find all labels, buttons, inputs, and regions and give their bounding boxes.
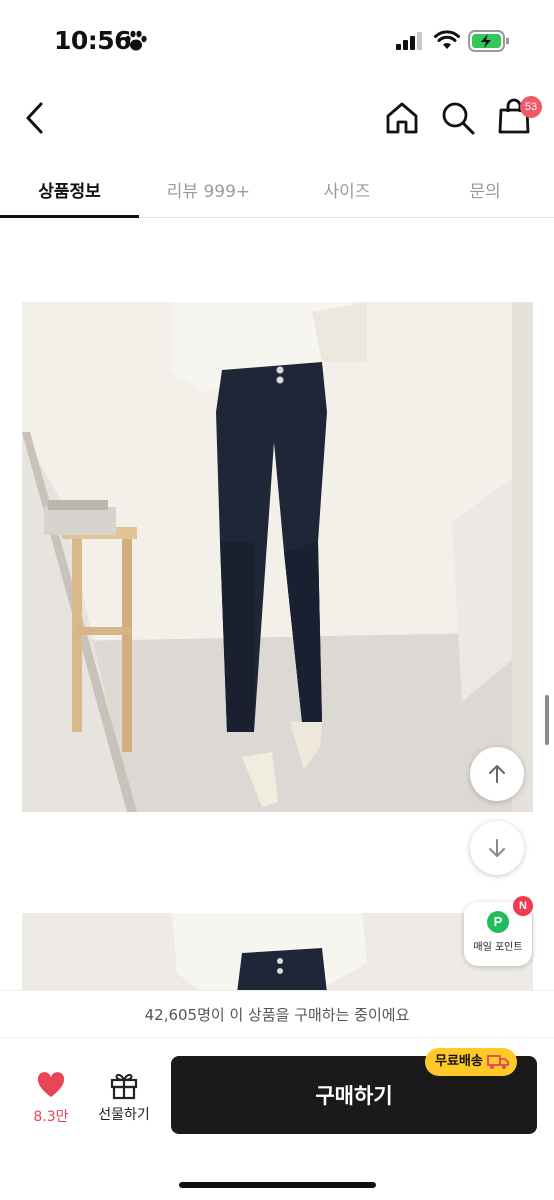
- tab-inquiry[interactable]: 문의: [416, 160, 554, 218]
- wifi-icon: [434, 30, 460, 49]
- arrow-down-icon: [489, 839, 505, 857]
- tab-reviews[interactable]: 리뷰 999+: [139, 160, 278, 218]
- cart-count-badge: 53: [520, 96, 542, 118]
- home-icon[interactable]: [384, 100, 420, 136]
- arrow-up-icon: [489, 765, 505, 783]
- back-icon[interactable]: [20, 98, 50, 138]
- tab-bar: 상품정보 리뷰 999+ 사이즈 문의: [0, 160, 554, 218]
- paw-icon: [125, 30, 147, 51]
- tab-product-info[interactable]: 상품정보: [0, 160, 139, 218]
- new-badge: N: [513, 896, 533, 916]
- free-shipping-label: 무료배송: [435, 1054, 483, 1069]
- gift-label: 선물하기: [98, 1107, 150, 1123]
- product-image-2: [22, 913, 533, 993]
- battery-charging-icon: [468, 30, 509, 52]
- points-label: 매일 포인트: [473, 942, 523, 953]
- heart-icon: [37, 1072, 65, 1097]
- home-indicator: [179, 1182, 376, 1188]
- purchase-notice: 42,605명이 이 상품을 구매하는 중이에요: [0, 990, 554, 1038]
- active-tab-indicator: [0, 215, 139, 218]
- points-logo: P: [487, 911, 509, 933]
- scroll-down-button[interactable]: [470, 821, 524, 875]
- scroll-up-button[interactable]: [470, 747, 524, 801]
- top-nav: 53: [0, 84, 554, 154]
- like-count: 8.3만: [33, 1109, 69, 1125]
- product-image: [22, 302, 533, 812]
- status-time: 10:56: [54, 26, 132, 55]
- truck-icon: [486, 1055, 509, 1069]
- gift-icon: [110, 1073, 138, 1100]
- tab-size[interactable]: 사이즈: [278, 160, 416, 218]
- scrollbar[interactable]: [545, 695, 549, 745]
- status-bar: 10:56: [0, 0, 554, 84]
- free-shipping-badge: 무료배송: [425, 1048, 517, 1076]
- bottom-action-bar: 8.3만 선물하기 구매하기 무료배송: [0, 1038, 554, 1200]
- signal-icon: [396, 32, 422, 50]
- search-icon[interactable]: [440, 100, 476, 136]
